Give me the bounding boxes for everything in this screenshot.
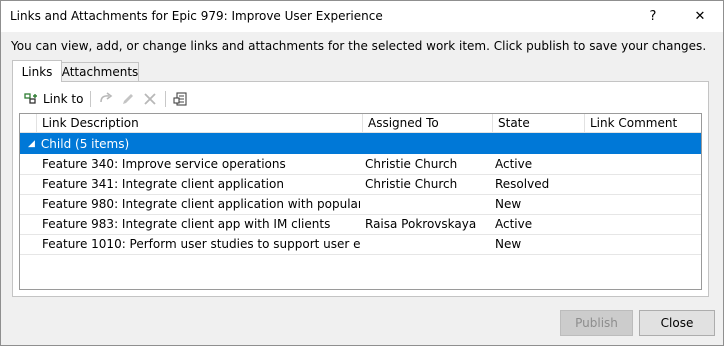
close-window-button[interactable]: ✕ bbox=[677, 1, 723, 32]
toolbar-separator bbox=[90, 91, 92, 107]
cell-state: Resolved bbox=[495, 177, 550, 191]
edit-icon bbox=[123, 94, 134, 104]
help-button[interactable]: ? bbox=[630, 1, 676, 32]
cell-link-description: Feature 980: Integrate client applicatio… bbox=[42, 197, 360, 211]
cell-link-description: Feature 341: Integrate client applicatio… bbox=[42, 177, 284, 191]
links-grid: Link Description Assigned To State Link … bbox=[19, 113, 702, 290]
publish-button[interactable]: Publish bbox=[560, 310, 633, 336]
dialog-window: Links and Attachments for Epic 979: Impr… bbox=[0, 0, 724, 346]
cell-link-description: Feature 1010: Perform user studies to su… bbox=[42, 237, 360, 251]
delete-button[interactable] bbox=[139, 89, 161, 109]
table-row[interactable]: Feature 1010: Perform user studies to su… bbox=[20, 235, 701, 255]
links-toolbar: Link to bbox=[21, 88, 192, 110]
close-button[interactable]: Close bbox=[639, 310, 715, 336]
group-label: Child (5 items) bbox=[40, 136, 130, 151]
header-spacer bbox=[20, 114, 37, 132]
cell-state: New bbox=[495, 237, 522, 251]
open-button[interactable] bbox=[170, 89, 192, 109]
tab-attachments[interactable]: Attachments bbox=[61, 62, 139, 82]
link-to-button[interactable]: Link to bbox=[21, 89, 86, 109]
cell-state: Active bbox=[495, 157, 533, 171]
title-bar: Links and Attachments for Epic 979: Impr… bbox=[1, 1, 723, 32]
edit-button[interactable] bbox=[117, 89, 139, 109]
cell-link-description: Feature 340: Improve service operations bbox=[42, 157, 286, 171]
cell-link-comment bbox=[588, 235, 698, 254]
table-row[interactable]: Feature 340: Improve service operations … bbox=[20, 155, 701, 175]
cell-link-comment bbox=[588, 215, 698, 234]
open-icon bbox=[173, 92, 187, 106]
delete-icon bbox=[144, 93, 157, 105]
refresh-button[interactable] bbox=[95, 89, 117, 109]
cell-link-comment bbox=[588, 155, 698, 174]
column-header-link-description[interactable]: Link Description bbox=[37, 114, 363, 132]
cell-state: Active bbox=[495, 217, 533, 231]
cell-link-description: Feature 983: Integrate client app with I… bbox=[42, 217, 331, 231]
window-title: Links and Attachments for Epic 979: Impr… bbox=[10, 9, 383, 23]
link-to-label: Link to bbox=[43, 92, 84, 106]
toolbar-separator bbox=[165, 91, 167, 107]
refresh-icon bbox=[100, 92, 113, 103]
cell-link-comment bbox=[588, 195, 698, 214]
column-header-assigned-to[interactable]: Assigned To bbox=[363, 114, 493, 132]
table-row[interactable]: Feature 983: Integrate client app with I… bbox=[20, 215, 701, 235]
cell-state: New bbox=[495, 197, 522, 211]
tab-links[interactable]: Links bbox=[12, 60, 62, 82]
table-row[interactable]: Feature 341: Integrate client applicatio… bbox=[20, 175, 701, 195]
table-row[interactable]: Feature 980: Integrate client applicatio… bbox=[20, 195, 701, 215]
links-panel: Link to Link Description Assigned To Sta… bbox=[12, 81, 709, 297]
column-header-state[interactable]: State bbox=[493, 114, 585, 132]
expand-collapse-icon[interactable]: ◢ bbox=[28, 139, 35, 149]
cell-assigned-to: Raisa Pokrovskaya bbox=[365, 217, 477, 231]
column-header-link-comment[interactable]: Link Comment bbox=[585, 114, 701, 132]
cell-assigned-to: Christie Church bbox=[365, 177, 458, 191]
dialog-description: You can view, add, or change links and a… bbox=[11, 39, 707, 53]
cell-assigned-to bbox=[365, 235, 490, 254]
link-icon bbox=[24, 93, 37, 104]
cell-assigned-to bbox=[365, 195, 490, 214]
grid-header: Link Description Assigned To State Link … bbox=[20, 114, 701, 133]
group-header-child[interactable]: ◢ Child (5 items) bbox=[20, 133, 701, 154]
cell-link-comment bbox=[588, 175, 698, 194]
cell-assigned-to: Christie Church bbox=[365, 157, 458, 171]
